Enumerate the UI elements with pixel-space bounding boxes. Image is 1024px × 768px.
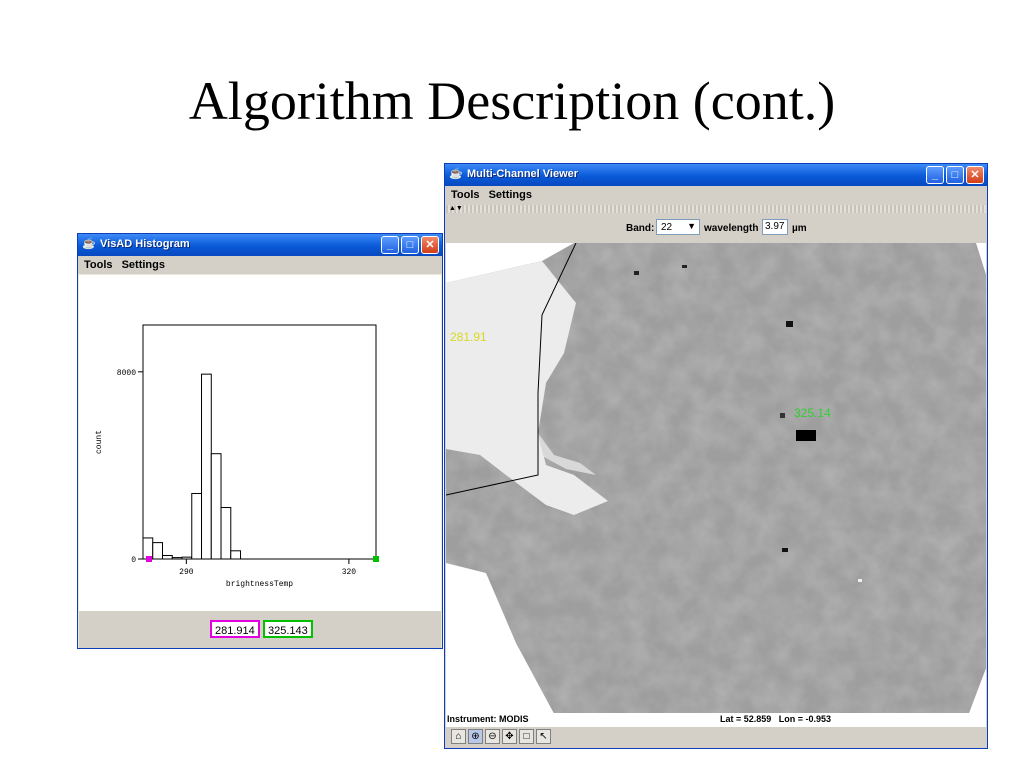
hot-spot	[782, 548, 788, 552]
x-axis-label: brightnessTemp	[226, 580, 293, 589]
y-tick-label: 0	[131, 556, 136, 565]
satellite-image[interactable]: 281.91 325.14	[446, 243, 986, 721]
image-display[interactable]: 281.91 325.14	[446, 243, 986, 721]
pan-icon[interactable]: ✥	[502, 729, 517, 744]
wavelength-field[interactable]: 3.97	[762, 219, 788, 235]
close-button[interactable]: ✕	[966, 166, 984, 184]
minimize-button[interactable]: _	[926, 166, 944, 184]
instrument-label: Instrument: MODIS	[447, 714, 529, 724]
viewer-titlebar[interactable]: ☕ Multi-Channel Viewer _ □ ✕	[445, 164, 987, 186]
histogram-menubar: Tools Settings	[78, 256, 442, 274]
histogram-bar	[230, 550, 242, 560]
histogram-bar	[201, 373, 212, 560]
high-value-field[interactable]: 325.143	[263, 620, 313, 638]
histogram-bar	[171, 557, 183, 560]
histogram-bar	[181, 556, 193, 560]
histogram-window: ☕ VisAD Histogram _ □ ✕ Tools Settings 0…	[77, 233, 443, 649]
histogram-bar	[220, 507, 232, 560]
toolbar-grip[interactable]: ▲▼	[446, 205, 986, 213]
window-title: VisAD Histogram	[100, 238, 190, 250]
histogram-bar	[162, 554, 173, 560]
band-label: Band:	[626, 223, 655, 234]
bright-spot	[858, 579, 862, 582]
high-range-marker[interactable]	[373, 556, 379, 562]
x-tick-label: 320	[342, 568, 357, 577]
x-tick-label: 290	[179, 568, 194, 577]
zoom-out-icon[interactable]: ⊖	[485, 729, 500, 744]
java-cup-icon: ☕	[449, 168, 463, 180]
y-axis-label: count	[95, 430, 104, 454]
hot-spot	[786, 321, 793, 327]
low-value-field[interactable]: 281.914	[210, 620, 260, 638]
slide-title: Algorithm Description (cont.)	[188, 71, 836, 131]
band-selector-row: Band: 22 ▼ wavelength 3.97 µm	[446, 214, 986, 242]
histogram-bar	[152, 542, 164, 560]
histogram-titlebar[interactable]: ☕ VisAD Histogram _ □ ✕	[78, 234, 442, 256]
viewer-window: ☕ Multi-Channel Viewer _ □ ✕ Tools Setti…	[444, 163, 988, 749]
pointer-icon[interactable]: ↖	[536, 729, 551, 744]
band-select-value: 22	[661, 222, 673, 233]
menu-settings[interactable]: Settings	[122, 259, 165, 271]
hot-spot	[682, 265, 687, 268]
menu-settings[interactable]: Settings	[489, 189, 532, 201]
wavelength-label: wavelength	[704, 223, 759, 234]
low-range-marker[interactable]	[146, 556, 152, 562]
low-value-label: 281.91	[450, 330, 487, 344]
home-icon[interactable]: ⌂	[451, 729, 466, 744]
viewer-toolbar: ⌂ ⊕ ⊖ ✥ □ ↖	[446, 727, 986, 748]
status-row: Instrument: MODIS Lat = 52.859 Lon = -0.…	[446, 713, 986, 727]
maximize-button[interactable]: □	[946, 166, 964, 184]
histogram-chart: 0 8000 290 320 brightnessTemp count	[95, 324, 379, 589]
menu-tools[interactable]: Tools	[84, 259, 113, 271]
minimize-button[interactable]: _	[381, 236, 399, 254]
histogram-footer: 281.914 325.143	[79, 611, 441, 648]
wavelength-unit: µm	[792, 223, 807, 234]
close-button[interactable]: ✕	[421, 236, 439, 254]
hot-spot	[780, 413, 785, 418]
high-value-label: 325.14	[794, 406, 831, 420]
maximize-button[interactable]: □	[401, 236, 419, 254]
hot-spot	[796, 430, 816, 441]
select-box-icon[interactable]: □	[519, 729, 534, 744]
plot-frame	[142, 324, 377, 560]
chevron-down-icon[interactable]: ▼	[687, 221, 696, 231]
latlon-readout: Lat = 52.859 Lon = -0.953	[720, 714, 832, 724]
window-title: Multi-Channel Viewer	[467, 168, 579, 180]
histogram-bar	[142, 537, 154, 560]
collapse-arrows-icon[interactable]: ▲▼	[449, 205, 463, 212]
java-cup-icon: ☕	[82, 238, 96, 250]
band-select[interactable]: 22 ▼	[656, 219, 700, 235]
y-tick-label: 8000	[117, 369, 136, 378]
hot-spot	[634, 271, 639, 275]
viewer-menubar: Tools Settings	[445, 186, 987, 204]
histogram-bar	[191, 492, 203, 560]
menu-tools[interactable]: Tools	[451, 189, 480, 201]
histogram-bar	[210, 453, 222, 560]
zoom-in-icon[interactable]: ⊕	[468, 729, 483, 744]
histogram-plot-area: 0 8000 290 320 brightnessTemp count	[79, 275, 441, 643]
